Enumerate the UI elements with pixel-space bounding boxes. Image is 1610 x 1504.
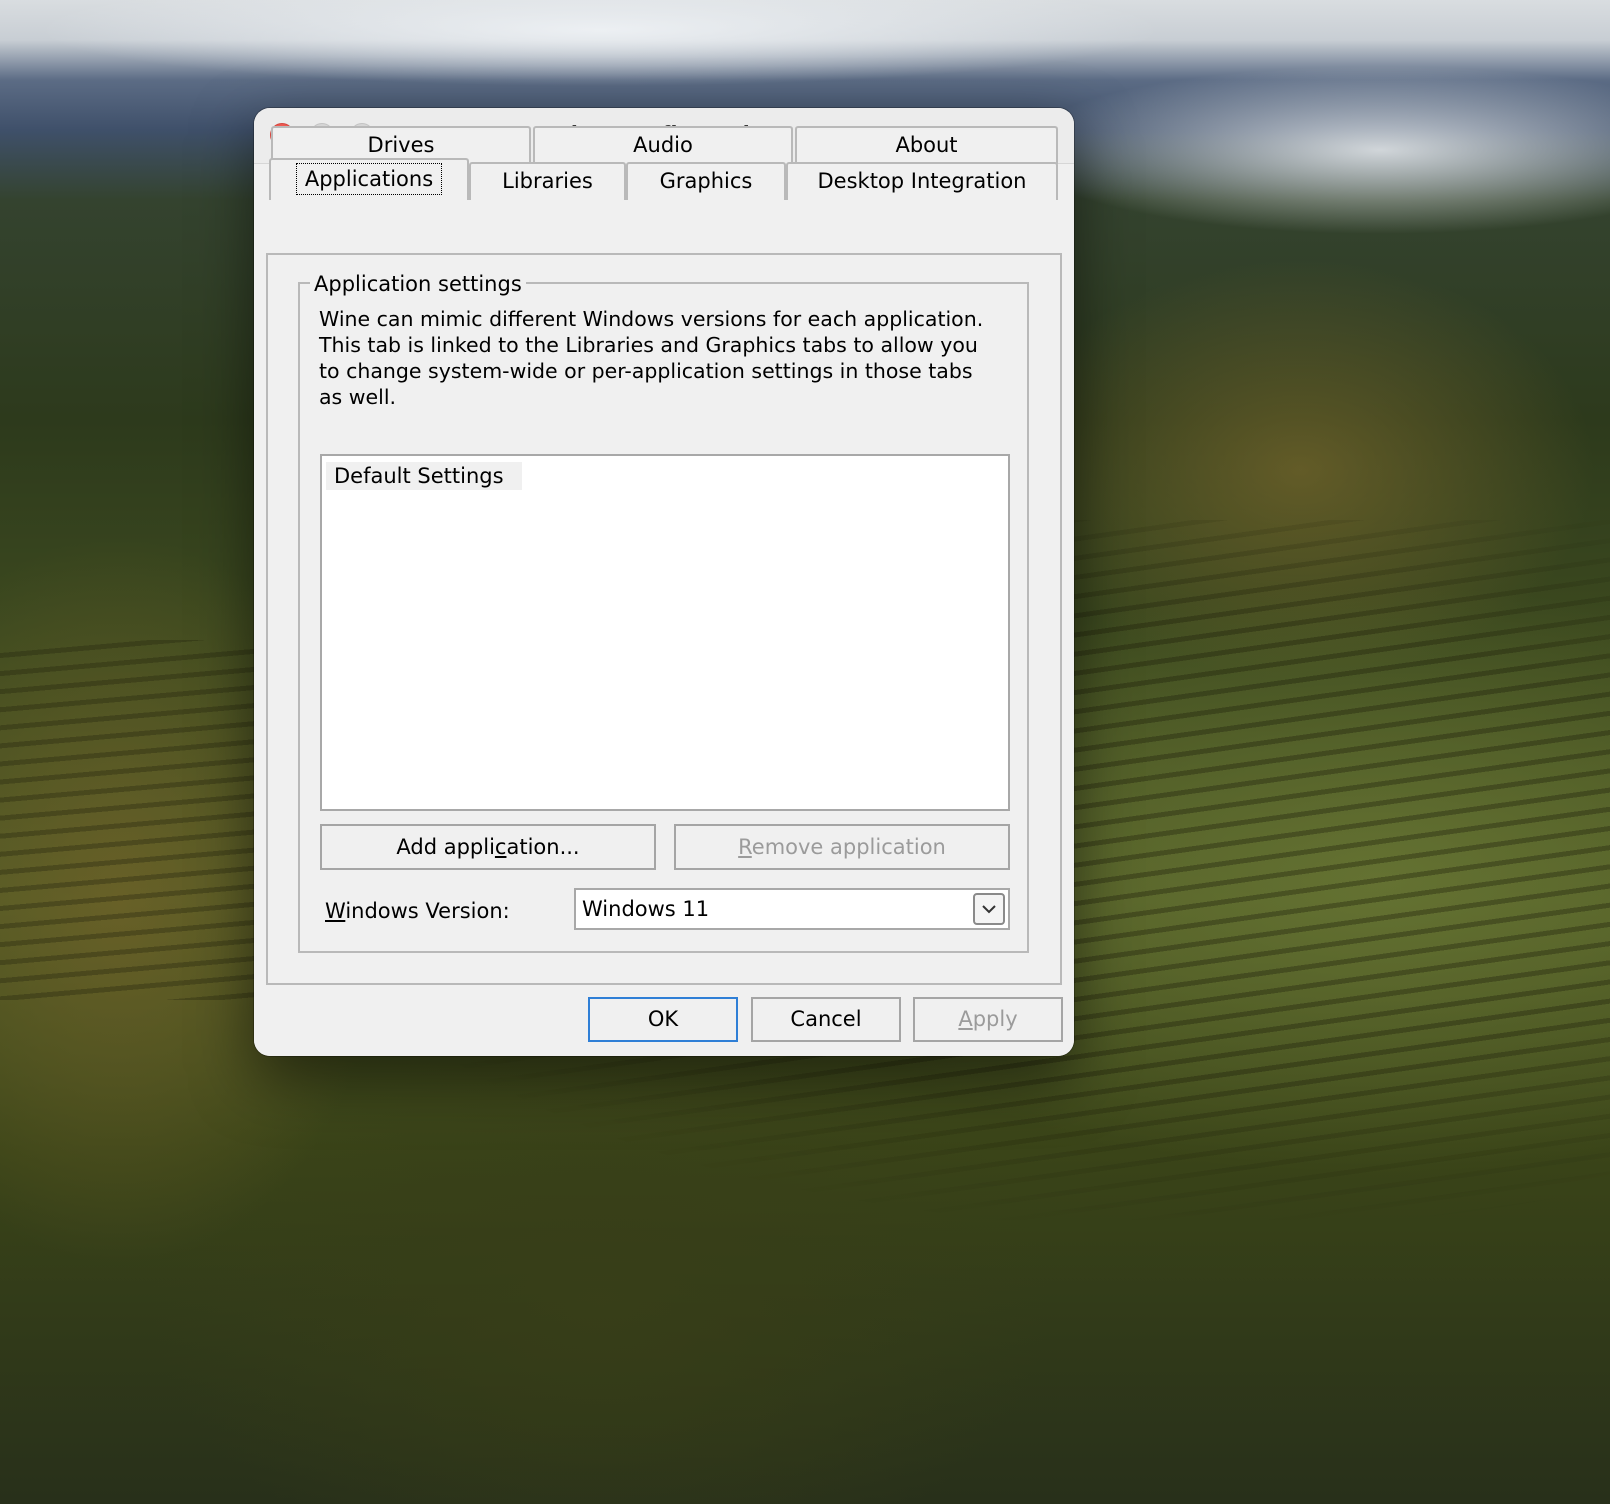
tab-libraries[interactable]: Libraries [469,162,626,200]
remove-button-label: emove application [751,835,946,859]
group-title: Application settings [310,272,526,296]
remove-application-button[interactable]: Remove application [674,824,1010,870]
cancel-button[interactable]: Cancel [751,997,901,1042]
wallpaper-vineyard-left [0,640,260,1000]
add-button-label-b: ation... [506,835,580,859]
tab-desktop-integration[interactable]: Desktop Integration [786,162,1058,200]
tab-about[interactable]: About [795,126,1058,164]
apply-button-mnemonic: A [958,1007,973,1031]
application-list[interactable]: Default Settings [320,454,1010,811]
tab-applications-label: Applications [295,163,443,195]
add-application-button[interactable]: Add application... [320,824,656,870]
chevron-down-icon[interactable] [973,893,1005,925]
remove-button-mnemonic: R [738,835,752,859]
windows-version-select[interactable]: Windows 11 [574,888,1010,930]
apply-button-label: pply [972,1007,1018,1031]
ok-button[interactable]: OK [588,997,738,1042]
tab-applications[interactable]: Applications [269,158,469,200]
apply-button[interactable]: Apply [913,997,1063,1042]
add-button-mnemonic: c [494,835,507,859]
add-button-label-a: Add appli [396,835,495,859]
windows-version-label: Windows Version: [325,898,510,924]
version-label-text: indows Version: [345,899,510,923]
version-label-mnemonic: W [325,899,346,923]
list-item[interactable]: Default Settings [326,462,522,490]
tab-audio[interactable]: Audio [533,126,793,164]
description-text: Wine can mimic different Windows version… [319,307,984,409]
windows-version-value: Windows 11 [582,897,710,921]
tab-graphics[interactable]: Graphics [626,162,786,200]
